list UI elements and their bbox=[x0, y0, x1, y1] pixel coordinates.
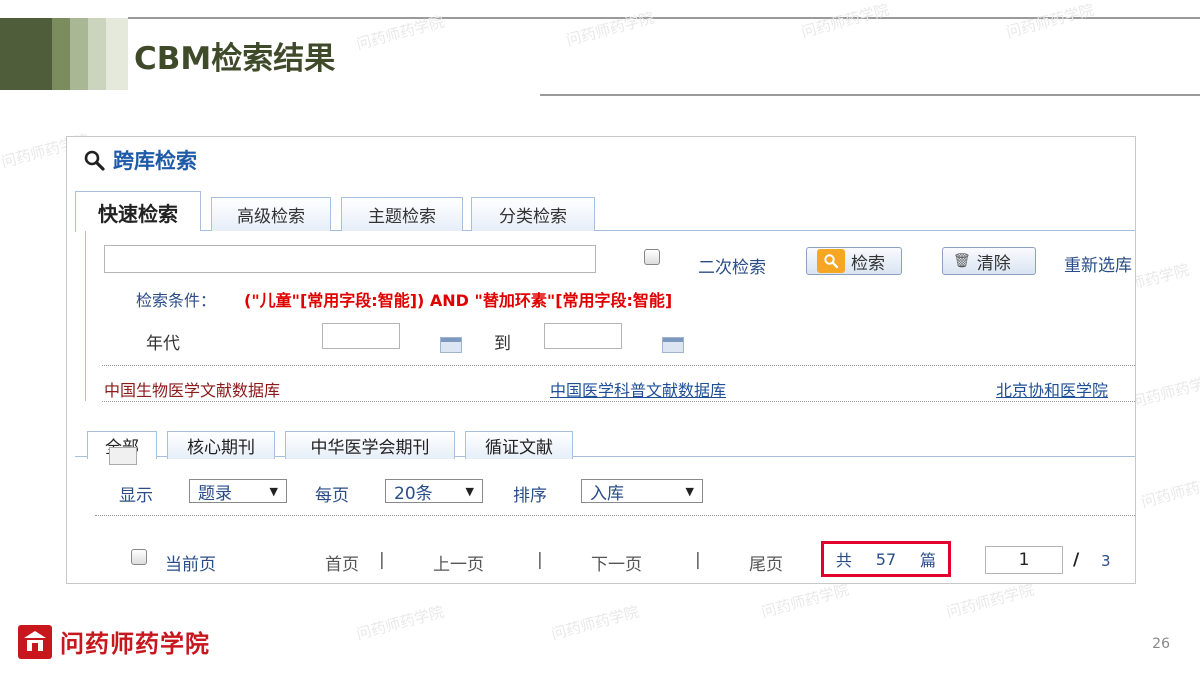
broken-image-icon bbox=[109, 447, 137, 465]
year-from-input[interactable] bbox=[322, 323, 400, 349]
dropdown-arrow-icon: ▼ bbox=[685, 484, 694, 498]
watermark: 问药师药学院 bbox=[1129, 370, 1200, 412]
per-page-select-value: 20条 bbox=[394, 483, 433, 504]
tab-core-journals[interactable]: 核心期刊 bbox=[167, 431, 275, 459]
search-button[interactable]: 检索 bbox=[806, 247, 902, 275]
calendar-icon[interactable] bbox=[440, 337, 462, 353]
display-select[interactable]: 题录 ▼ bbox=[189, 479, 287, 504]
calendar-icon[interactable] bbox=[662, 337, 684, 353]
search-form: 二次检索 检索 🗑 清除 重新选库 检索条件： ("儿童"[常用字段:智能]) … bbox=[85, 231, 1135, 402]
tab-quick-search[interactable]: 快速检索 bbox=[75, 191, 201, 232]
display-select-value: 题录 bbox=[198, 483, 232, 504]
dropdown-arrow-icon: ▼ bbox=[269, 484, 278, 498]
logo-text: 问药师药学院 bbox=[60, 630, 210, 658]
magnifier-icon bbox=[817, 249, 845, 273]
watermark: 问药师药学院 bbox=[759, 580, 851, 622]
watermark: 问药师药学院 bbox=[1004, 0, 1096, 42]
watermark: 问药师药学院 bbox=[944, 580, 1036, 622]
first-page-link[interactable]: 首页 bbox=[325, 550, 359, 575]
secondary-search-label: 二次检索 bbox=[698, 258, 766, 278]
database-link-popular-science[interactable]: 中国医学科普文献数据库 bbox=[550, 377, 726, 401]
search-button-label: 检索 bbox=[851, 253, 885, 274]
database-link-cbm[interactable]: 中国生物医学文献数据库 bbox=[104, 377, 280, 401]
reselect-link[interactable]: 重新选库 bbox=[1064, 251, 1132, 276]
to-label: 到 bbox=[494, 334, 511, 354]
search-icon bbox=[84, 150, 105, 171]
tab-cma-journals[interactable]: 中华医学会期刊 bbox=[285, 431, 455, 459]
page-total: 3 bbox=[1101, 552, 1111, 570]
total-count: 57 bbox=[875, 549, 897, 569]
header-decoration bbox=[0, 18, 128, 90]
search-input[interactable] bbox=[104, 245, 596, 273]
tab-category-search[interactable]: 分类检索 bbox=[471, 197, 595, 231]
display-label: 显示 bbox=[119, 486, 153, 506]
condition-label: 检索条件： bbox=[136, 291, 217, 310]
header-bottom-rule bbox=[540, 94, 1200, 96]
sort-label: 排序 bbox=[513, 486, 547, 506]
page-slash: / bbox=[1073, 550, 1080, 570]
secondary-search-checkbox[interactable] bbox=[644, 249, 660, 265]
total-suffix: 篇 bbox=[920, 551, 937, 570]
clear-button-label: 清除 bbox=[976, 253, 1011, 274]
pager-separator: | bbox=[695, 550, 701, 570]
page-number-input[interactable]: 1 bbox=[985, 546, 1063, 574]
divider bbox=[95, 515, 1135, 516]
year-label: 年代 bbox=[146, 334, 180, 354]
total-results-highlight: 共 57 篇 bbox=[821, 541, 951, 577]
pager-separator: | bbox=[379, 550, 385, 570]
condition-value: ("儿童"[常用字段:智能]) AND "替加环素"[常用字段:智能] bbox=[244, 291, 673, 310]
last-page-link[interactable]: 尾页 bbox=[749, 550, 783, 575]
brand-logo: 问药师药学院 bbox=[18, 624, 210, 659]
panel-title-text: 跨库检索 bbox=[113, 149, 197, 173]
database-link-pumc[interactable]: 北京协和医学院 bbox=[996, 377, 1108, 401]
tab-advanced-search[interactable]: 高级检索 bbox=[211, 197, 331, 231]
sort-select-value: 入库 bbox=[590, 483, 624, 504]
watermark: 问药师药学院 bbox=[549, 602, 641, 644]
year-to-input[interactable] bbox=[544, 323, 622, 349]
watermark: 问药师药学院 bbox=[799, 0, 891, 42]
watermark: 问药师药学院 bbox=[564, 8, 656, 50]
panel-title: 跨库检索 bbox=[83, 145, 197, 175]
result-filter-tabs: 全部 核心期刊 中华医学会期刊 循证文献 bbox=[75, 417, 1135, 459]
watermark: 问药师药学院 bbox=[354, 602, 446, 644]
per-page-label: 每页 bbox=[315, 486, 349, 506]
divider bbox=[102, 365, 1135, 366]
select-current-page-checkbox[interactable] bbox=[131, 549, 147, 565]
search-type-tabs: 快速检索 高级检索 主题检索 分类检索 bbox=[75, 189, 1135, 232]
pager-separator: | bbox=[537, 550, 543, 570]
cbm-search-panel: 跨库检索 快速检索 高级检索 主题检索 分类检索 二次检索 检索 🗑 清除 重新… bbox=[66, 136, 1136, 584]
total-prefix: 共 bbox=[835, 551, 852, 570]
slide-page-number: 26 bbox=[1152, 636, 1170, 652]
dropdown-arrow-icon: ▼ bbox=[465, 484, 474, 498]
clear-button[interactable]: 🗑 清除 bbox=[942, 247, 1036, 275]
current-page-label: 当前页 bbox=[165, 555, 216, 575]
slide-title: CBM检索结果 bbox=[134, 41, 336, 77]
divider bbox=[102, 401, 1135, 402]
trash-icon: 🗑 bbox=[953, 253, 971, 269]
tab-subject-search[interactable]: 主题检索 bbox=[341, 197, 463, 231]
next-page-link[interactable]: 下一页 bbox=[591, 550, 642, 575]
prev-page-link[interactable]: 上一页 bbox=[433, 550, 484, 575]
per-page-select[interactable]: 20条 ▼ bbox=[385, 479, 483, 504]
tab-evidence-based[interactable]: 循证文献 bbox=[465, 431, 573, 459]
watermark: 问药师药学院 bbox=[1139, 470, 1200, 512]
school-icon bbox=[18, 624, 52, 659]
sort-select[interactable]: 入库 ▼ bbox=[581, 479, 703, 504]
